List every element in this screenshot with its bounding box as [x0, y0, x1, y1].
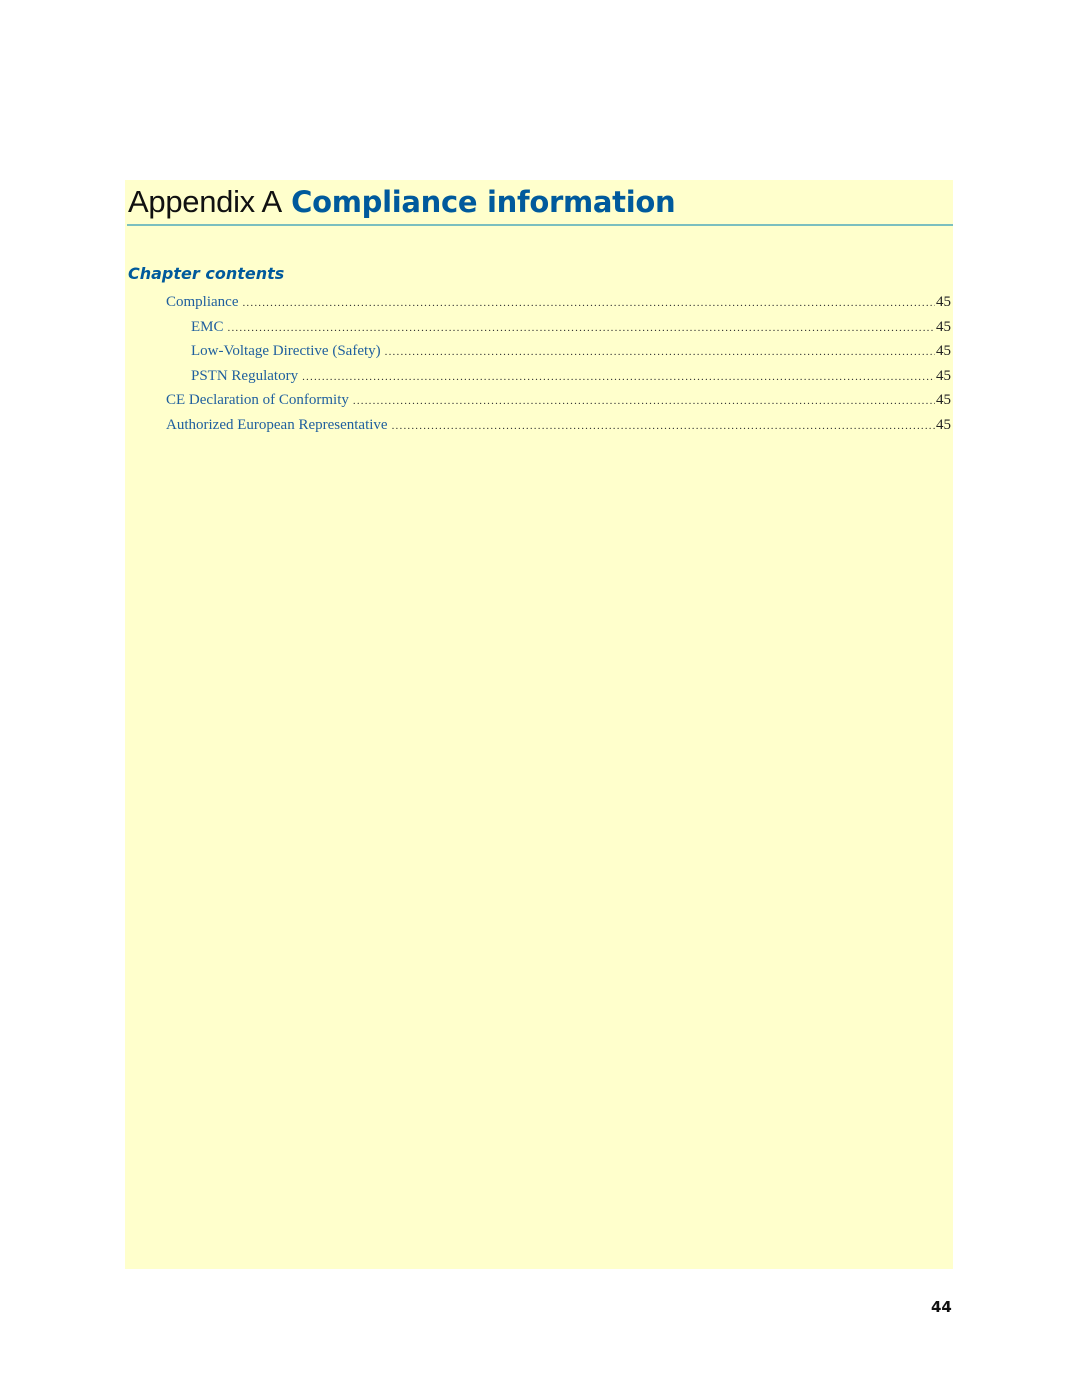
- page-title: Appendix A Compliance information: [128, 180, 950, 224]
- toc-entry-pstn-regulatory[interactable]: PSTN Regulatory 45: [166, 368, 951, 393]
- toc-entry-emc[interactable]: EMC 45: [166, 319, 951, 344]
- toc-entry-label[interactable]: Compliance: [166, 294, 242, 311]
- toc-leader-dots: [228, 322, 935, 334]
- toc-entry-page[interactable]: 45: [935, 417, 951, 434]
- toc-entry-ce-declaration[interactable]: CE Declaration of Conformity 45: [166, 392, 951, 417]
- toc-entry-label[interactable]: PSTN Regulatory: [191, 368, 302, 385]
- toc-leader-dots: [353, 395, 935, 407]
- chapter-panel: Appendix A Compliance information Chapte…: [125, 180, 953, 1269]
- toc-leader-dots: [385, 346, 935, 358]
- toc-entry-label[interactable]: EMC: [191, 319, 228, 336]
- toc-entry-authorized-representative[interactable]: Authorized European Representative 45: [166, 417, 951, 442]
- toc-entry-page[interactable]: 45: [935, 392, 951, 409]
- toc-entry-low-voltage-directive[interactable]: Low-Voltage Directive (Safety) 45: [166, 343, 951, 368]
- toc-leader-dots: [392, 420, 935, 432]
- toc-entry-label[interactable]: Authorized European Representative: [166, 417, 392, 434]
- chapter-contents-heading: Chapter contents: [128, 264, 285, 283]
- toc-entry-page[interactable]: 45: [935, 368, 951, 385]
- toc-entry-page[interactable]: 45: [935, 319, 951, 336]
- toc-entry-compliance[interactable]: Compliance 45: [166, 294, 951, 319]
- appendix-title: Compliance information: [291, 185, 676, 219]
- toc-leader-dots: [242, 297, 935, 309]
- toc-entry-page[interactable]: 45: [935, 343, 951, 360]
- appendix-label: Appendix A: [128, 184, 282, 219]
- table-of-contents: Compliance 45 EMC 45 Low-Voltage Directi…: [166, 294, 951, 442]
- toc-entry-label[interactable]: CE Declaration of Conformity: [166, 392, 353, 409]
- title-divider: [127, 224, 953, 226]
- toc-leader-dots: [302, 371, 935, 383]
- page-number: 44: [931, 1298, 952, 1316]
- toc-entry-page[interactable]: 45: [935, 294, 951, 311]
- toc-entry-label[interactable]: Low-Voltage Directive (Safety): [191, 343, 385, 360]
